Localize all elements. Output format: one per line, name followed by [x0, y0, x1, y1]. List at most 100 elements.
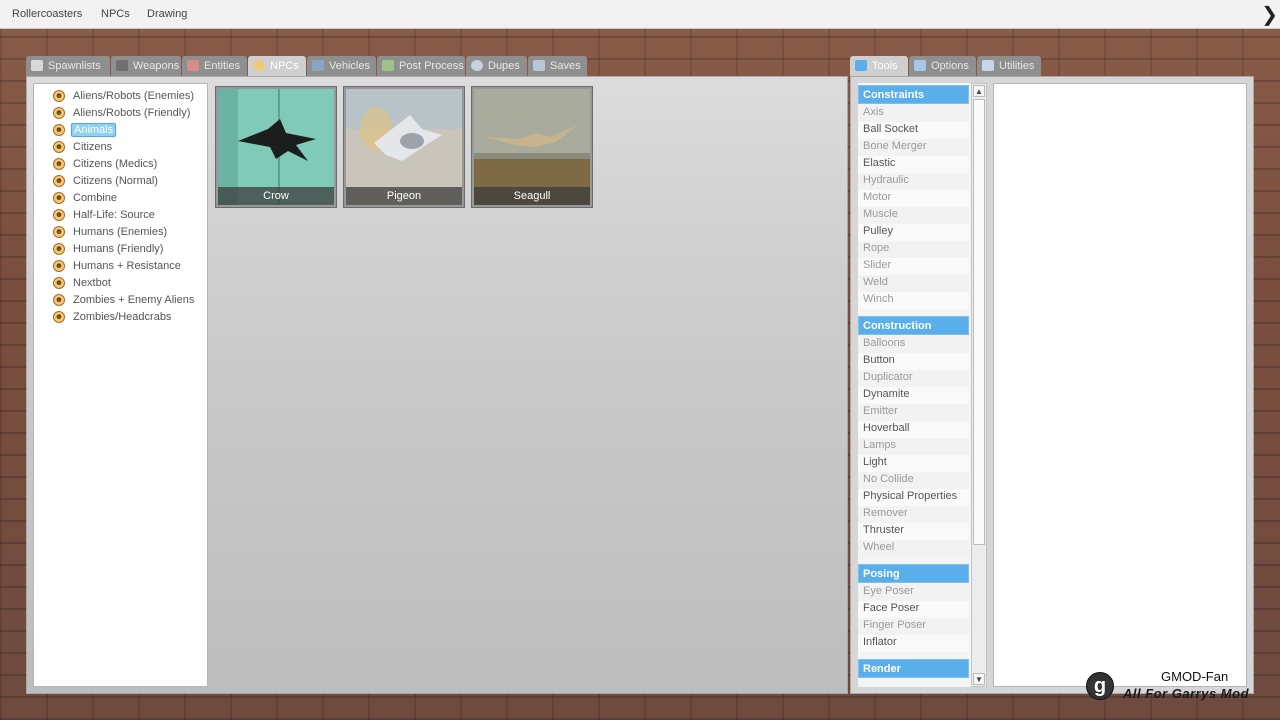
npc-label: Pigeon [346, 187, 462, 205]
tool-muscle[interactable]: Muscle [858, 207, 969, 224]
tree-item-label: Humans + Resistance [73, 260, 181, 272]
tool-balloons[interactable]: Balloons [858, 336, 969, 353]
scroll-up-icon[interactable]: ▲ [973, 85, 985, 97]
tool-rope[interactable]: Rope [858, 241, 969, 258]
monkey-icon: ☻ [53, 158, 65, 170]
tab-label: Tools [872, 60, 898, 72]
watermark-tagline: All For Garrys Mod [1123, 686, 1250, 701]
tab-tools[interactable]: Tools [850, 56, 908, 76]
tree-item-label: Citizens [73, 141, 113, 153]
save-icon [533, 60, 545, 71]
tool-duplicator[interactable]: Duplicator [858, 370, 969, 387]
car-icon [312, 60, 324, 71]
npc-category-tree: ☻ Aliens/Robots (Enemies) ☻ Aliens/Robots … [33, 83, 208, 687]
chevron-right-icon[interactable]: ❯ [1261, 2, 1278, 27]
tab-label: Options [931, 60, 969, 72]
npc-label: Seagull [474, 187, 590, 205]
wrench-icon [855, 60, 867, 71]
gmod-logo-icon: g [1086, 672, 1114, 700]
monkey-icon: ☻ [53, 124, 65, 136]
tree-item-label: Zombies/Headcrabs [73, 311, 172, 323]
entities-icon [187, 60, 199, 71]
tool-winch[interactable]: Winch [858, 292, 969, 309]
tool-list-scrollbar[interactable]: ▲ ▼ [971, 83, 987, 687]
scroll-down-icon[interactable]: ▼ [973, 673, 985, 685]
monkey-icon: ☻ [53, 226, 65, 238]
tab-weapons[interactable]: Weapons [111, 56, 181, 76]
menu-npcs[interactable]: NPCs [101, 8, 130, 20]
tool-face-poser[interactable]: Face Poser [858, 601, 969, 618]
monkey-icon: ☻ [53, 260, 65, 272]
npc-icon-seagull[interactable]: Seagull [471, 86, 593, 208]
tool-hydraulic[interactable]: Hydraulic [858, 173, 969, 190]
monkey-icon: ☻ [53, 243, 65, 255]
tool-button[interactable]: Button [858, 353, 969, 370]
tool-inflator[interactable]: Inflator [858, 635, 969, 652]
tool-motor[interactable]: Motor [858, 190, 969, 207]
tree-item-label: Zombies + Enemy Aliens [73, 294, 195, 306]
tool-weld[interactable]: Weld [858, 275, 969, 292]
tool-bone-merger[interactable]: Bone Merger [858, 139, 969, 156]
tab-label: Entities [204, 60, 241, 72]
tab-vehicles[interactable]: Vehicles [307, 56, 376, 76]
tool-dynamite[interactable]: Dynamite [858, 387, 969, 404]
tool-lamps[interactable]: Lamps [858, 438, 969, 455]
menu-drawing[interactable]: Drawing [147, 8, 187, 20]
tool-elastic[interactable]: Elastic [858, 156, 969, 173]
npc-label: Crow [218, 187, 334, 205]
monkey-icon: ☻ [53, 107, 65, 119]
tree-item-label: Aliens/Robots (Friendly) [73, 107, 191, 119]
tool-emitter[interactable]: Emitter [858, 404, 969, 421]
tool-thruster[interactable]: Thruster [858, 523, 969, 540]
tab-label: Spawnlists [48, 60, 101, 72]
tool-slider[interactable]: Slider [858, 258, 969, 275]
notepad-icon [982, 60, 994, 71]
tree-item-label: Citizens (Medics) [73, 158, 158, 170]
tool-physical-properties[interactable]: Physical Properties [858, 489, 969, 506]
scroll-thumb[interactable] [973, 99, 985, 545]
monkey-icon: ☻ [53, 209, 65, 221]
dupe-icon [471, 60, 483, 71]
tab-dupes[interactable]: Dupes [466, 56, 527, 76]
tab-npcs[interactable]: NPCs [248, 56, 306, 76]
picture-icon [382, 60, 394, 71]
tool-axis[interactable]: Axis [858, 105, 969, 122]
tab-options[interactable]: Options [909, 56, 976, 76]
tab-saves[interactable]: Saves [528, 56, 587, 76]
tree-item-label: Nextbot [73, 277, 111, 289]
tab-label: Saves [550, 60, 581, 72]
tab-entities[interactable]: Entities [182, 56, 247, 76]
tool-finger-poser[interactable]: Finger Poser [858, 618, 969, 635]
tab-label: Utilities [999, 60, 1035, 72]
tool-no-collide[interactable]: No Collide [858, 472, 969, 489]
tree-item-label: Half-Life: Source [73, 209, 155, 221]
menu-rollercoasters[interactable]: Rollercoasters [12, 8, 82, 20]
tool-eye-poser[interactable]: Eye Poser [858, 584, 969, 601]
tool-remover[interactable]: Remover [858, 506, 969, 523]
tree-item-label: Humans (Friendly) [73, 243, 164, 255]
tab-post-process[interactable]: Post Process [377, 56, 465, 76]
tool-wheel[interactable]: Wheel [858, 540, 969, 557]
tab-label: NPCs [270, 60, 299, 72]
top-menubar: Rollercoasters NPCs Drawing ❯ [0, 0, 1280, 29]
npc-icon-pigeon[interactable]: Pigeon [343, 86, 465, 208]
tool-ball-socket[interactable]: Ball Socket [858, 122, 969, 139]
category-posing[interactable]: Posing [858, 564, 969, 583]
tab-utilities[interactable]: Utilities [977, 56, 1041, 76]
monkey-icon: ☻ [53, 141, 65, 153]
tab-spawnlists[interactable]: Spawnlists [26, 56, 110, 76]
tab-label: Post Process [399, 60, 464, 72]
tool-control-panel [993, 83, 1247, 687]
tree-item-label: Animals [71, 123, 117, 137]
category-constraints[interactable]: Constraints [858, 85, 969, 104]
tool-hoverball[interactable]: Hoverball [858, 421, 969, 438]
monkey-icon: ☻ [53, 294, 65, 306]
tool-pulley[interactable]: Pulley [858, 224, 969, 241]
tool-light[interactable]: Light [858, 455, 969, 472]
tree-item-label: Citizens (Normal) [73, 175, 158, 187]
category-render[interactable]: Render [858, 659, 969, 678]
grid-icon [31, 60, 43, 71]
wrench-icon [914, 60, 926, 71]
category-construction[interactable]: Construction [858, 316, 969, 335]
npc-icon-crow[interactable]: Crow [215, 86, 337, 208]
